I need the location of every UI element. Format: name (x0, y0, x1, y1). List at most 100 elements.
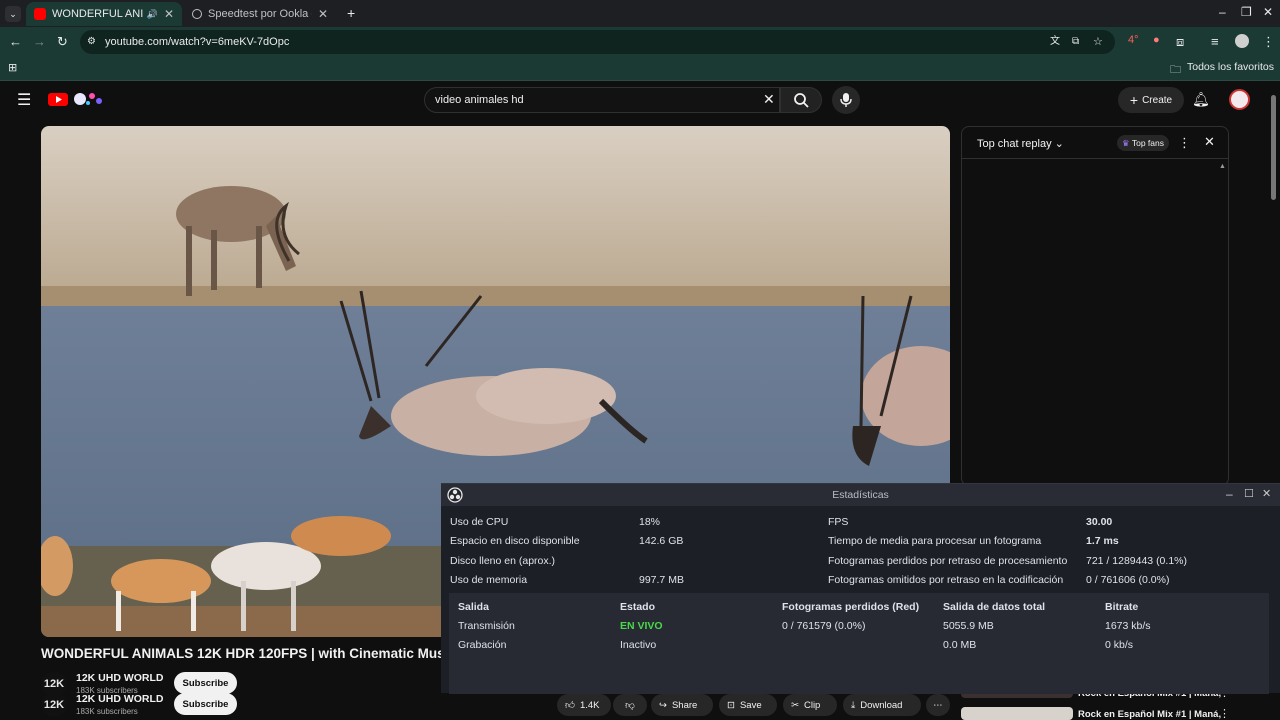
live-status-cell: EN VIVO (620, 620, 663, 632)
save-label: Save (739, 699, 762, 711)
bookmark-star-icon[interactable]: ☆ (1093, 30, 1103, 54)
url-text: youtube.com/watch?v=6meKV-7dOpc (105, 36, 290, 48)
reload-icon[interactable]: ↻ (57, 34, 68, 50)
table-cell: Grabación (458, 639, 507, 651)
channel-name[interactable]: 12K UHD WORLD (76, 672, 164, 684)
stat-value-disk: 142.6 GB (639, 535, 684, 547)
create-label: Create (1142, 94, 1173, 106)
notifications-bell-icon[interactable]: 🔔︎ (1192, 91, 1210, 108)
new-tab-icon[interactable]: + (347, 5, 355, 21)
tab-speedtest[interactable]: Speedtest por Ookla - La ✕ (184, 2, 336, 26)
crown-icon: ♛ (1122, 138, 1130, 148)
subscribe-button[interactable]: Subscribe (174, 672, 237, 694)
table-cell: 1673 kb/s (1105, 620, 1151, 632)
profile-avatar[interactable] (1235, 34, 1249, 48)
site-info-icon[interactable]: ⚙ (87, 30, 96, 54)
recommendation-title[interactable]: Rock en Español Mix #1 | Maná, (1078, 709, 1221, 720)
recommendation-more-icon[interactable]: ⋮ (1219, 707, 1230, 720)
speedtest-favicon-icon (192, 9, 202, 19)
chat-mode-dropdown[interactable]: Top chat replay ⌄ (977, 137, 1064, 150)
account-avatar[interactable] (1229, 89, 1250, 110)
table-cell: Inactivo (620, 639, 657, 651)
create-button[interactable]: + Create (1118, 87, 1184, 113)
bookmarks-bar: ⊞ 🗀 Todos los favoritos (0, 57, 1280, 81)
tab-close-icon[interactable]: ✕ (164, 7, 174, 21)
minimize-icon[interactable]: – (1219, 5, 1226, 19)
thumbs-up-icon: 👍︎ (565, 700, 575, 711)
channel-avatar[interactable]: 12K (41, 693, 67, 717)
table-header: Salida de datos total (943, 601, 1046, 613)
back-icon[interactable]: ← (9, 34, 22, 49)
table-header: Salida (458, 601, 489, 613)
window-close-icon[interactable]: ✕ (1263, 5, 1273, 19)
clip-button[interactable]: ✂ Clip (783, 694, 837, 716)
obs-stats-window: Estadísticas – ☐ ✕ Uso de CPU 18% Espaci… (441, 483, 1280, 694)
download-button[interactable]: ⤓ Download (843, 694, 921, 716)
tab-title: WONDERFUL ANIMA (52, 8, 143, 20)
like-count: 1.4K (579, 699, 600, 711)
youtube-logo-icon[interactable] (48, 93, 68, 106)
folder-icon[interactable]: 🗀 (1170, 61, 1181, 80)
save-button[interactable]: ⊡ Save (719, 694, 777, 716)
channel-name[interactable]: 12K UHD WORLD (76, 693, 164, 705)
subscribe-button[interactable]: Subscribe (174, 693, 237, 715)
microphone-icon (840, 93, 852, 107)
youtube-header: ☰ video animales hd ✕ + Create 🔔︎ (0, 81, 1280, 121)
chevron-down-icon: ⌄ (1054, 138, 1064, 150)
chat-more-icon[interactable]: ⋮ (1178, 135, 1191, 151)
browser-menu-icon[interactable]: ⋮ (1262, 34, 1275, 50)
more-actions-button[interactable]: ⋯ (926, 694, 950, 716)
scissors-icon: ✂ (791, 699, 799, 711)
menu-icon[interactable]: ☰ (17, 90, 31, 110)
chat-mode-label: Top chat replay (977, 138, 1052, 150)
page-scrollbar[interactable] (1271, 95, 1276, 200)
browser-toolbar: ← → ↻ ⚙ youtube.com/watch?v=6meKV-7dOpc … (0, 27, 1280, 57)
chat-scroll-up-icon[interactable]: ▲ (1219, 163, 1226, 170)
tab-close-icon[interactable]: ✕ (318, 7, 328, 21)
dislike-button[interactable]: 👎︎ (613, 694, 647, 716)
obs-close-icon[interactable]: ✕ (1262, 487, 1271, 500)
tab-search-icon[interactable]: ⌄ (5, 6, 21, 22)
search-input[interactable]: video animales hd (424, 87, 780, 113)
share-button[interactable]: ↪ Share (651, 694, 713, 716)
doodle-icon[interactable] (72, 89, 106, 109)
search-button[interactable] (780, 87, 822, 113)
table-cell: 0 kb/s (1105, 639, 1134, 651)
forward-icon[interactable]: → (33, 34, 46, 49)
download-icon: ⤓ (851, 699, 856, 711)
address-bar[interactable]: ⚙ youtube.com/watch?v=6meKV-7dOpc 文 ⧉ ☆ (80, 30, 1115, 54)
clear-search-icon[interactable]: ✕ (763, 91, 775, 108)
chat-header: Top chat replay ⌄ ♛ Top fans ⋮ ✕ (962, 127, 1228, 159)
tab-title: Speedtest por Ookla - La (208, 8, 312, 20)
voice-search-button[interactable] (832, 86, 860, 114)
browser-tab-bar: ⌄ WONDERFUL ANIMA 🔊 ✕ Speedtest por Ookl… (0, 0, 1280, 27)
table-cell: 0 / 761579 (0.0%) (782, 620, 866, 632)
video-title: WONDERFUL ANIMALS 12K HDR 120FPS | with … (41, 646, 474, 661)
apps-grid-icon[interactable]: ⊞ (8, 61, 17, 74)
media-control-icon[interactable]: ≡ (1211, 34, 1219, 49)
share-label: Share (671, 699, 698, 711)
table-cell: Transmisión (458, 620, 515, 632)
speaker-icon[interactable]: 🔊 (147, 9, 158, 20)
bookmarks-folder-label[interactable]: Todos los favoritos (1187, 61, 1274, 73)
extension-fire-icon[interactable]: 4° (1128, 34, 1139, 46)
translate-icon[interactable]: 文 (1050, 30, 1060, 54)
search-icon (794, 93, 809, 108)
stat-value-render-lag: 721 / 1289443 (0.1%) (1086, 555, 1187, 567)
obs-minimize-icon[interactable]: – (1226, 487, 1233, 501)
obs-title-bar[interactable]: Estadísticas – ☐ ✕ (441, 484, 1280, 506)
obs-maximize-icon[interactable]: ☐ (1244, 487, 1254, 500)
chat-close-icon[interactable]: ✕ (1204, 134, 1215, 150)
recommendation-thumbnail[interactable] (961, 707, 1073, 720)
like-button[interactable]: 👍︎ 1.4K (557, 694, 611, 716)
extension-icon[interactable]: ● (1153, 34, 1160, 46)
stat-label-disk-full: Disco lleno en (aprox.) (450, 555, 556, 567)
tab-youtube[interactable]: WONDERFUL ANIMA 🔊 ✕ (26, 2, 182, 26)
restore-icon[interactable]: ❐ (1241, 5, 1252, 19)
extensions-puzzle-icon[interactable]: ⧈ (1176, 34, 1184, 50)
top-fans-button[interactable]: ♛ Top fans (1117, 135, 1169, 151)
table-header: Bitrate (1105, 601, 1139, 613)
install-icon[interactable]: ⧉ (1072, 30, 1079, 54)
share-icon: ↪ (659, 699, 667, 711)
live-chat-panel: Top chat replay ⌄ ♛ Top fans ⋮ ✕ ▲ (961, 126, 1229, 486)
